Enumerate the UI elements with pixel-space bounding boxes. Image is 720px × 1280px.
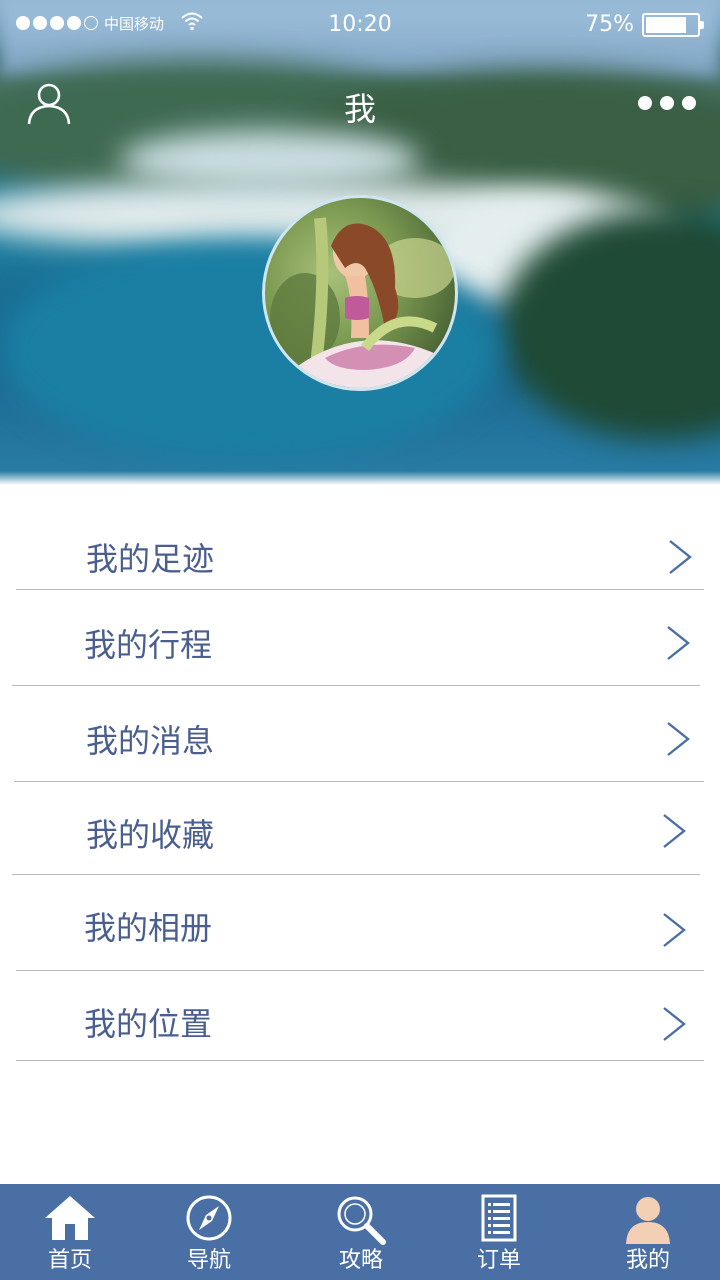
menu-item-album[interactable]: 我的相册 (16, 875, 704, 971)
compass-icon (186, 1195, 232, 1241)
avatar[interactable] (262, 195, 458, 391)
menu-item-favorites[interactable]: 我的收藏 (12, 782, 700, 875)
chevron-right-icon (669, 540, 692, 574)
menu-item-label: 我的相册 (84, 909, 213, 947)
tab-label: 攻略 (338, 1248, 383, 1273)
chevron-right-icon (667, 626, 690, 660)
menu-item-label: 我的行程 (84, 626, 213, 664)
menu-item-label: 我的消息 (86, 722, 215, 760)
avatar-image (270, 217, 455, 388)
chevron-right-icon (663, 913, 686, 947)
battery-icon (642, 13, 704, 37)
chevron-right-icon (663, 814, 686, 848)
more-icon[interactable] (638, 96, 696, 110)
menu-item-location[interactable]: 我的位置 (16, 971, 704, 1061)
tab-guides[interactable]: 攻略 (301, 1184, 421, 1280)
order-list-icon (481, 1194, 517, 1242)
menu-item-itinerary[interactable]: 我的行程 (12, 590, 700, 686)
status-bar: 中国移动 10:20 75% (0, 0, 720, 48)
tab-mine[interactable]: 我的 (588, 1184, 708, 1280)
menu-item-label: 我的位置 (84, 1005, 213, 1043)
chevron-right-icon (667, 722, 690, 756)
menu-item-footprints[interactable]: 我的足迹 (16, 510, 704, 590)
tab-navigation[interactable]: 导航 (149, 1184, 269, 1280)
search-icon (337, 1196, 386, 1245)
tab-label: 订单 (476, 1248, 521, 1273)
battery-percentage: 75% (585, 12, 634, 37)
tab-label: 我的 (625, 1248, 670, 1273)
home-icon (45, 1196, 95, 1240)
tab-bar: 首页 导航 攻略 订单 我的 (0, 1184, 720, 1280)
menu-item-label: 我的收藏 (86, 816, 215, 854)
tab-home[interactable]: 首页 (10, 1184, 130, 1280)
tab-label: 首页 (47, 1248, 92, 1273)
tab-label: 导航 (186, 1248, 231, 1273)
profile-icon (626, 1197, 670, 1244)
menu-item-messages[interactable]: 我的消息 (14, 686, 704, 782)
tab-orders[interactable]: 订单 (439, 1184, 559, 1280)
chevron-right-icon (663, 1007, 686, 1041)
page-title: 我 (343, 90, 376, 128)
menu-item-label: 我的足迹 (86, 540, 215, 578)
